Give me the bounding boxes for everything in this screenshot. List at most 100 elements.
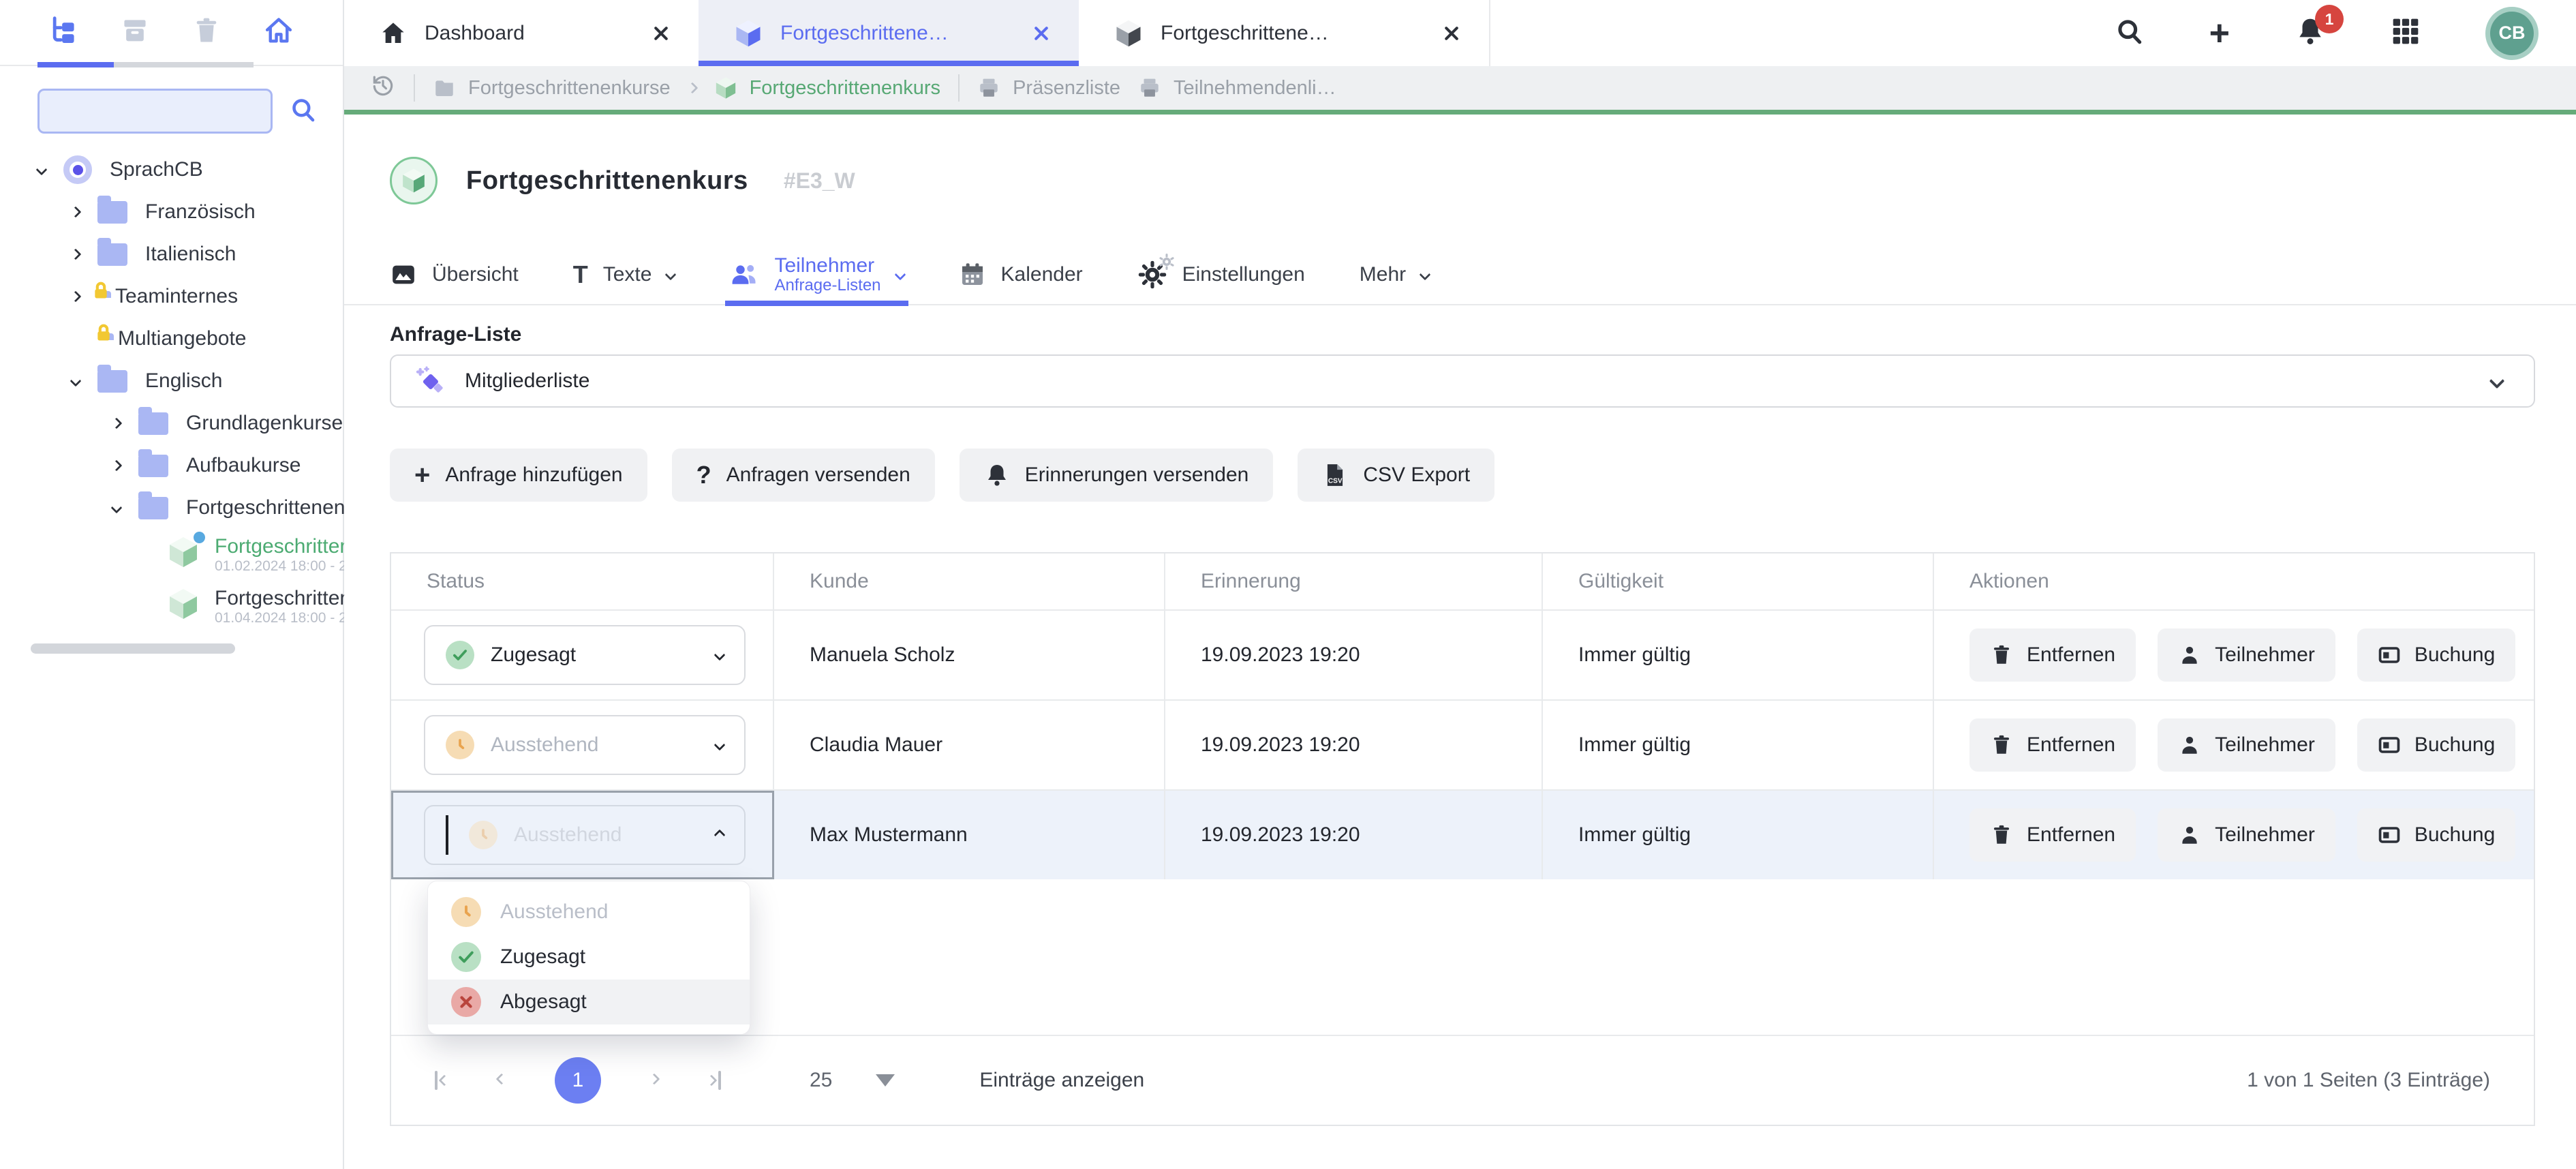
table-row-focused: Ausstehend Max Mustermann 19.09.2023 19:…: [391, 789, 2534, 879]
option-abgesagt[interactable]: Abgesagt: [428, 980, 750, 1024]
breadcrumb-item-course[interactable]: Fortgeschrittenenkurs: [714, 76, 940, 100]
remove-button[interactable]: Entfernen: [1969, 718, 2136, 772]
current-page-button[interactable]: 1: [555, 1057, 601, 1104]
booking-button[interactable]: Buchung: [2357, 718, 2515, 772]
sidebar-search: [37, 89, 318, 134]
page-size-value[interactable]: 25: [810, 1069, 832, 1092]
first-page-button[interactable]: [435, 1071, 448, 1090]
tab-einstellungen[interactable]: Einstellungen: [1137, 245, 1305, 305]
sidebar-horizontal-scrollbar[interactable]: [31, 643, 235, 654]
status-select[interactable]: Ausstehend: [424, 715, 746, 775]
tree-item-dates: 01.02.2024 18:00 - 29.0: [215, 558, 344, 575]
avatar[interactable]: CB: [2485, 7, 2539, 60]
folder-icon: [138, 497, 168, 519]
folder-icon: [433, 76, 456, 100]
sidebar-search-input[interactable]: [37, 89, 273, 134]
tree-item-italienisch[interactable]: Italienisch: [0, 233, 344, 275]
tree-item-multiangebote[interactable]: Multiangebote: [0, 318, 344, 360]
participants-icon: [729, 260, 759, 290]
tree-item-grundlagenkurse[interactable]: Grundlagenkurse: [0, 402, 344, 444]
tab-mehr[interactable]: Mehr: [1360, 245, 1429, 305]
window-tab-dashboard[interactable]: Dashboard: [344, 0, 699, 66]
status-select-open[interactable]: Ausstehend: [424, 805, 746, 865]
breadcrumb-item-teilnehmendenliste[interactable]: Teilnehmendenli…: [1138, 76, 1336, 100]
participant-button[interactable]: Teilnehmer: [2158, 718, 2335, 772]
chevron-up-icon: [714, 830, 726, 841]
chevron-right-icon[interactable]: [70, 249, 82, 260]
page-size-dropdown-icon[interactable]: [876, 1074, 895, 1087]
booking-button[interactable]: Buchung: [2357, 628, 2515, 682]
chevron-down-icon[interactable]: [36, 164, 48, 176]
close-icon[interactable]: [1441, 23, 1462, 44]
option-zugesagt[interactable]: Zugesagt: [428, 935, 750, 980]
tab-kalender[interactable]: Kalender: [959, 245, 1083, 305]
chevron-down-icon[interactable]: [70, 376, 82, 387]
remove-button[interactable]: Entfernen: [1969, 808, 2136, 862]
tree-item-fortgeschrittenen[interactable]: Fortgeschrittenen: [0, 487, 344, 529]
window-tab-course[interactable]: Fortgeschrittene…: [1079, 0, 1490, 66]
global-search-icon[interactable]: [2115, 16, 2145, 50]
breadcrumb-item-praesenzliste[interactable]: Präsenzliste: [977, 76, 1120, 100]
home-icon[interactable]: [263, 15, 294, 50]
column-header-aktionen[interactable]: Aktionen: [1934, 553, 2534, 609]
cube-icon: [1114, 19, 1143, 48]
selected-list-label: Mitgliederliste: [465, 369, 589, 393]
chevron-right-icon[interactable]: [111, 418, 123, 429]
window-tab-course-active[interactable]: Fortgeschrittene…: [699, 0, 1079, 66]
chevron-down-icon[interactable]: [111, 502, 123, 514]
lock-icon: [93, 322, 114, 343]
send-reminders-button[interactable]: Erinnerungen versenden: [960, 449, 1274, 502]
search-icon[interactable]: [289, 95, 318, 127]
archive-icon[interactable]: [120, 16, 150, 49]
tab-uebersicht[interactable]: Übersicht: [390, 245, 519, 305]
add-icon[interactable]: +: [2209, 16, 2230, 51]
divider: [414, 74, 415, 102]
participant-button[interactable]: Teilnehmer: [2158, 808, 2335, 862]
send-requests-button[interactable]: ? Anfragen versenden: [672, 449, 935, 502]
option-ausstehend[interactable]: Ausstehend: [428, 890, 750, 935]
booking-button[interactable]: Buchung: [2357, 808, 2515, 862]
tree-item-franzoesisch[interactable]: Französisch: [0, 191, 344, 233]
course-code: #E3_W: [784, 168, 855, 194]
anfrage-liste-select[interactable]: Mitgliederliste: [390, 354, 2535, 408]
tree-item-label: Fortgeschritten: [215, 535, 344, 559]
page-title: Fortgeschrittenenkurs: [466, 166, 748, 196]
status-select[interactable]: Zugesagt: [424, 625, 746, 685]
chevron-right-icon[interactable]: [70, 207, 82, 218]
prev-page-button[interactable]: [497, 1074, 506, 1087]
add-request-button[interactable]: + Anfrage hinzufügen: [390, 449, 647, 502]
last-page-button[interactable]: [707, 1071, 721, 1090]
clock-circle-icon: [446, 731, 474, 759]
tree-item-course-2[interactable]: Fortgeschritten 01.04.2024 18:00 - 29.0: [0, 581, 344, 633]
close-icon[interactable]: [651, 23, 671, 44]
column-header-gueltigkeit[interactable]: Gültigkeit: [1543, 553, 1934, 609]
tree-item-teaminternes[interactable]: Teaminternes: [0, 275, 344, 318]
column-header-erinnerung[interactable]: Erinnerung: [1165, 553, 1543, 609]
tab-teilnehmer[interactable]: Teilnehmer Anfrage-Listen: [729, 245, 904, 305]
tree-view-icon[interactable]: [48, 16, 78, 49]
history-icon[interactable]: [370, 72, 396, 104]
tree-item-sprachcb[interactable]: SprachCB: [0, 149, 344, 191]
column-header-kunde[interactable]: Kunde: [774, 553, 1165, 609]
column-header-status[interactable]: Status: [391, 553, 774, 609]
chevron-right-icon[interactable]: [70, 291, 82, 303]
person-icon: [2178, 823, 2201, 847]
chevron-down-icon: [1420, 269, 1431, 281]
close-icon[interactable]: [1031, 23, 1052, 44]
apps-grid-icon[interactable]: [2391, 16, 2421, 50]
tree-item-englisch[interactable]: Englisch: [0, 360, 344, 402]
tree-item-course-1[interactable]: Fortgeschritten 01.02.2024 18:00 - 29.0: [0, 529, 344, 581]
participant-button[interactable]: Teilnehmer: [2158, 628, 2335, 682]
reminder-cell: 19.09.2023 19:20: [1165, 611, 1543, 699]
notifications-button[interactable]: 1: [2295, 16, 2326, 50]
tab-label: Fortgeschrittene…: [780, 22, 1013, 45]
chevron-right-icon[interactable]: [111, 460, 123, 472]
trash-icon[interactable]: [191, 16, 221, 49]
sidebar: SprachCB Französisch Italienisch Teamint…: [0, 0, 344, 1169]
tab-texte[interactable]: T Texte: [573, 245, 675, 305]
next-page-button[interactable]: [650, 1074, 658, 1087]
csv-export-button[interactable]: CSV CSV Export: [1298, 449, 1494, 502]
remove-button[interactable]: Entfernen: [1969, 628, 2136, 682]
breadcrumb-item-folder[interactable]: Fortgeschrittenenkurse: [433, 76, 671, 100]
tree-item-aufbaukurse[interactable]: Aufbaukurse: [0, 444, 344, 487]
